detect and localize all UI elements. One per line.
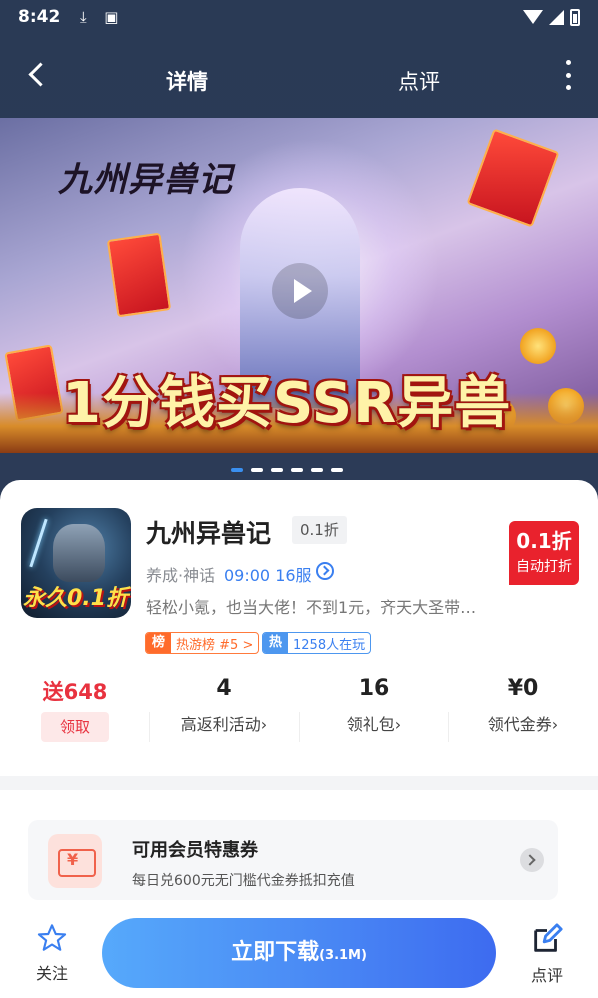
review-button[interactable]: 点评 <box>525 922 569 986</box>
game-title: 九州异兽记 <box>146 519 272 548</box>
hot-tag-label: 热 <box>263 633 289 653</box>
lightning-icon <box>29 518 48 568</box>
banner-promo-text: 1分钱买SSR异兽 <box>62 371 512 436</box>
follow-label: 关注 <box>35 964 68 983</box>
carousel-dot[interactable] <box>331 468 343 472</box>
stats-row: 送648 领取 4 高返利活动› 16 领礼包› ¥0 领代金券› <box>0 676 598 756</box>
hot-tag: 热 1258人在玩 <box>262 632 372 654</box>
tab-review[interactable]: 点评 <box>398 66 440 96</box>
carousel-dot[interactable] <box>291 468 303 472</box>
red-envelope <box>106 232 172 318</box>
discount-badge: 0.1折 自动打折 <box>509 521 579 585</box>
red-envelope <box>466 128 560 228</box>
rank-tag-label: 榜 <box>146 633 172 653</box>
download-label: 立即下载 <box>231 940 320 965</box>
battery-icon <box>570 8 580 26</box>
monster-icon <box>53 524 105 582</box>
discount-chip: 0.1折 <box>292 516 347 544</box>
section-divider <box>0 776 598 790</box>
discount-badge-label: 自动打折 <box>516 559 572 575</box>
download-icon: ⤓ <box>79 8 87 26</box>
download-size: (3.1M) <box>319 948 367 963</box>
stat-rebate-label: 高返利活动› <box>180 715 268 734</box>
rank-tag-text: 热游榜 #5 > <box>176 637 254 653</box>
rank-tag[interactable]: 榜 热游榜 #5 > <box>145 632 260 654</box>
discount-badge-value: 0.1折 <box>516 529 572 553</box>
status-bar: 8:42 ⤓ ▣ <box>0 0 598 34</box>
member-coupon-title: 可用会员特惠券 <box>132 840 258 861</box>
back-button[interactable] <box>20 58 56 94</box>
claim-button[interactable]: 领取 <box>41 712 109 742</box>
status-time: 8:42 <box>18 7 61 27</box>
carousel-dot[interactable] <box>251 468 263 472</box>
gold-coin <box>520 328 556 364</box>
stat-rebate[interactable]: 4 高返利活动› <box>149 676 299 735</box>
stat-gift-value: 送648 <box>42 680 108 704</box>
carousel-dot[interactable] <box>231 468 243 472</box>
carousel-indicator <box>231 468 343 472</box>
carousel-dot[interactable] <box>271 468 283 472</box>
member-coupon-card[interactable]: ¥ 可用会员特惠券 每日兑600元无门槛代金券抵扣充值 <box>28 820 558 900</box>
stat-voucher-value: ¥0 <box>507 676 539 701</box>
stat-gift[interactable]: 送648 领取 <box>0 676 150 742</box>
server-time[interactable]: 09:00 16服 <box>224 562 312 586</box>
stat-gift-pack-value: 16 <box>358 676 390 701</box>
game-icon: 永久0.1折 <box>21 508 131 618</box>
nav-bar: 详情 点评 <box>0 52 598 108</box>
coupon-icon: ¥ <box>48 834 102 888</box>
stat-gift-pack-label: 领礼包› <box>346 715 402 734</box>
stat-gift-pack[interactable]: 16 领礼包› <box>299 676 449 735</box>
game-description: 轻松小氪，也当大佬！不到1元，齐天大圣带… <box>146 598 477 617</box>
stat-voucher-label: 领代金券› <box>487 715 559 734</box>
more-menu-button[interactable] <box>558 60 578 90</box>
stat-voucher[interactable]: ¥0 领代金券› <box>448 676 598 735</box>
signal-icon <box>549 9 564 25</box>
bottom-action-bar: 关注 立即下载(3.1M) 点评 <box>0 908 598 998</box>
star-icon <box>37 924 67 951</box>
follow-button[interactable]: 关注 <box>30 922 74 984</box>
hot-tag-text: 1258人在玩 <box>293 637 366 653</box>
carousel-dot[interactable] <box>311 468 323 472</box>
chevron-right-circle-icon[interactable] <box>316 562 334 580</box>
game-genre: 养成·神话 <box>146 566 216 585</box>
chevron-right-icon[interactable] <box>520 848 544 872</box>
icon-discount-tag: 永久0.1折 <box>23 586 128 611</box>
tab-detail[interactable]: 详情 <box>166 66 208 96</box>
member-coupon-subtitle: 每日兑600元无门槛代金券抵扣充值 <box>132 873 355 889</box>
stat-rebate-value: 4 <box>216 676 232 701</box>
review-label: 点评 <box>530 966 563 985</box>
download-button[interactable]: 立即下载(3.1M) <box>102 918 496 988</box>
banner-game-logo: 九州异兽记 <box>58 160 233 200</box>
promo-banner[interactable]: 九州异兽记 1分钱买SSR异兽 <box>0 118 598 453</box>
notification-icon: ▣ <box>104 8 119 26</box>
edit-icon <box>534 923 563 952</box>
wifi-icon <box>523 10 543 24</box>
play-video-button[interactable] <box>272 263 328 319</box>
